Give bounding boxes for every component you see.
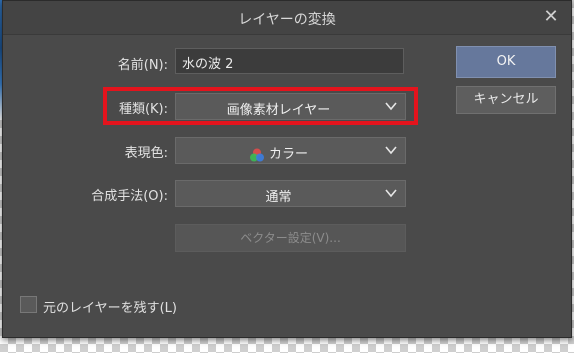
keep-original-layer-label: 元のレイヤーを残す(L)	[43, 301, 177, 316]
dialog-titlebar: レイヤーの変換 ✕	[3, 1, 571, 35]
keep-original-layer-checkbox[interactable]	[20, 296, 37, 313]
name-label: 名前(N):	[117, 58, 168, 73]
convert-layer-dialog: レイヤーの変換 ✕ 名前(N): 水の波 2 種類(K): 画像素材レイヤー 表…	[2, 0, 572, 338]
color-mode-icon	[249, 148, 264, 161]
blend-mode-label: 合成手法(O):	[91, 189, 168, 204]
chevron-down-icon	[385, 146, 397, 155]
highlight-annotation	[103, 87, 418, 125]
vector-settings-button[interactable]: ベクター設定(V)...	[175, 224, 406, 252]
chevron-down-icon	[385, 189, 397, 198]
expression-color-select[interactable]: カラー	[175, 137, 406, 164]
cancel-button[interactable]: キャンセル	[456, 86, 556, 114]
ok-button[interactable]: OK	[456, 46, 556, 78]
expression-color-value: カラー	[176, 143, 381, 163]
expression-color-label: 表現色:	[124, 146, 168, 161]
blend-mode-value: 通常	[265, 190, 292, 205]
close-icon[interactable]: ✕	[541, 7, 561, 27]
dialog-title: レイヤーの変換	[238, 12, 336, 28]
expression-color-text: カラー	[268, 147, 308, 162]
name-field[interactable]: 水の波 2	[175, 48, 404, 74]
blend-mode-select[interactable]: 通常	[175, 180, 406, 207]
